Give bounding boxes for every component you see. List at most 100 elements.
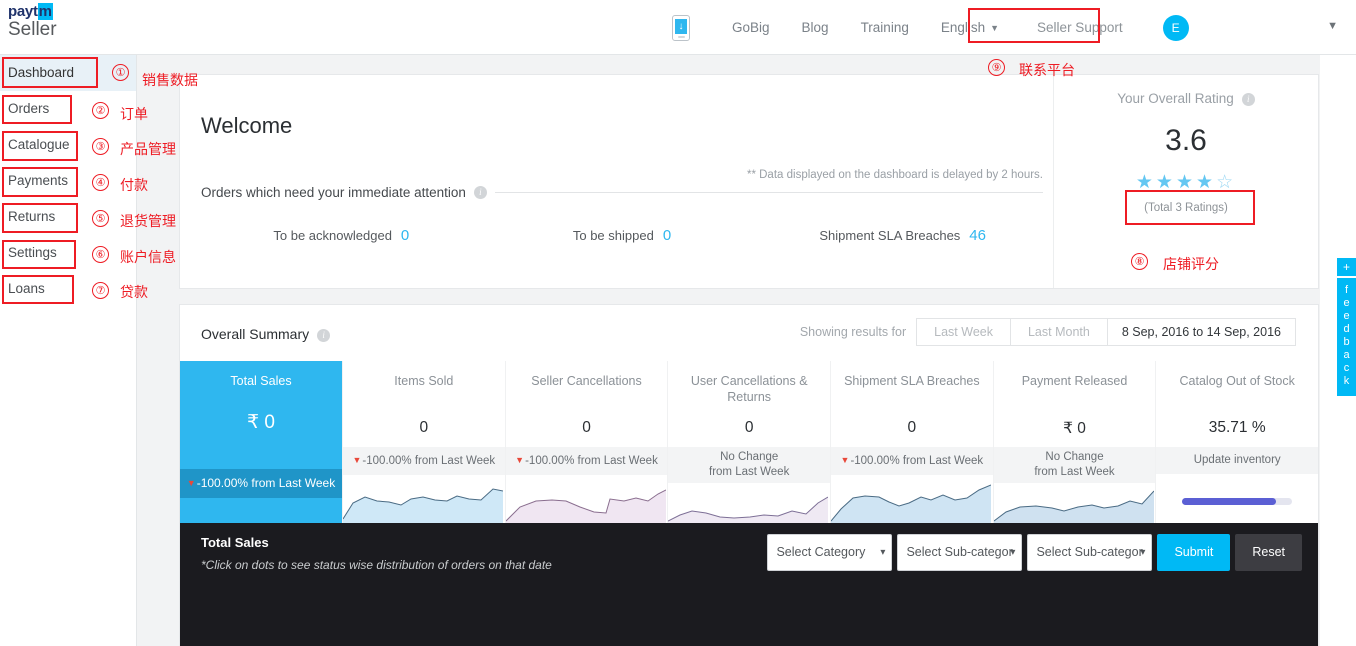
attention-header-row: Orders which need your immediate attenti… (201, 185, 1043, 200)
stat-to-be-shipped[interactable]: To be shipped 0 (482, 227, 763, 244)
mobile-app-icon[interactable]: ↓ (672, 14, 690, 41)
tile-label: Total Sales (230, 374, 292, 388)
feedback-letter-e2: e (1343, 310, 1350, 322)
nav-link-blog[interactable]: Blog (786, 0, 845, 55)
stat-shipment-sla-breaches[interactable]: Shipment SLA Breaches 46 (762, 227, 1043, 244)
sparkline-chart (343, 488, 503, 523)
avatar[interactable]: E (1162, 14, 1189, 41)
chevron-down-icon: ▼ (990, 22, 1000, 33)
filter-last-month[interactable]: Last Month (1009, 318, 1107, 346)
star-filled-3: ★ (1175, 172, 1197, 193)
select-subcategory-2[interactable]: Select Sub-categor ▾ (1027, 534, 1153, 571)
sidebar-item-settings[interactable]: Settings (0, 235, 136, 271)
reset-button[interactable]: Reset (1235, 534, 1302, 571)
trend-down-icon: ▼ (352, 455, 362, 465)
chart-section-title: Total Sales (201, 535, 269, 550)
date-range-picker[interactable]: 8 Sep, 2016 to 14 Sep, 2016 (1106, 318, 1296, 346)
star-empty-5: ☆ (1216, 172, 1237, 193)
tile-seller-cancellations[interactable]: Seller Cancellations 0 ▼-100.00% from La… (505, 361, 669, 523)
tile-delta-text: -100.00% from Last Week (196, 476, 336, 490)
star-filled-2: ★ (1155, 172, 1176, 193)
sidebar-item-loans[interactable]: Loans (0, 271, 136, 307)
tile-delta-line1: No Change (1045, 451, 1104, 463)
sidebar-item-dashboard[interactable]: Dashboard (0, 55, 136, 91)
nav-link-training[interactable]: Training (845, 0, 925, 55)
tile-value: 0 (744, 419, 754, 436)
filter-last-week[interactable]: Last Week (916, 318, 1010, 346)
summary-info-icon[interactable]: i (317, 329, 331, 342)
sidebar-item-catalogue[interactable]: Catalogue (0, 127, 136, 163)
paytm-seller-logo[interactable]: paytm Seller (8, 3, 118, 40)
tile-delta: ▼-100.00% from Last Week (180, 469, 342, 498)
star-filled-1: ★ (1135, 172, 1156, 193)
main-content: Welcome ** Data displayed on the dashboa… (137, 55, 1320, 646)
feedback-button[interactable]: f e e d b a c k (1337, 278, 1356, 396)
metric-tiles: Total Sales ₹ 0 ▼-100.00% from Last Week… (180, 361, 1319, 523)
divider (494, 192, 1043, 193)
showing-results-label: Showing results for (799, 325, 907, 339)
tile-label: User Cancellations & Returns (690, 374, 808, 404)
tile-total-sales[interactable]: Total Sales ₹ 0 ▼-100.00% from Last Week (180, 361, 343, 523)
rating-value: 3.6 (1165, 124, 1207, 157)
chart-filter-controls: Select Category ▾ Select Sub-categor ▾ Sel… (767, 534, 1302, 571)
sidebar-item-returns[interactable]: Returns (0, 199, 136, 235)
tile-user-cancellations-returns[interactable]: User Cancellations & Returns 0 No Change… (668, 361, 832, 523)
tile-delta-line2: from Last Week (709, 466, 790, 478)
tile-value: 35.71 % (1208, 419, 1266, 436)
select-category-value: Select Category (776, 545, 866, 559)
info-icon[interactable]: i (473, 186, 487, 199)
submit-button[interactable]: Submit (1157, 534, 1231, 571)
tile-delta-line1: No Change (720, 451, 779, 463)
tile-value: 0 (582, 419, 591, 436)
nav-link-gobig[interactable]: GoBig (716, 0, 786, 55)
sparkline-chart (505, 489, 666, 523)
tile-shipment-sla-breaches[interactable]: Shipment SLA Breaches 0 ▼-100.00% from L… (831, 361, 994, 523)
seller-support-wrap: Seller Support (1015, 19, 1145, 37)
trend-down-icon: ▼ (840, 455, 850, 465)
tile-items-sold[interactable]: Items Sold 0 ▼-100.00% from Last Week (343, 361, 506, 523)
logo-pay-text: payt (8, 3, 38, 20)
select-category[interactable]: Select Category ▾ (767, 534, 893, 571)
seller-support-button[interactable]: Seller Support (1021, 13, 1139, 42)
feedback-letter-d: d (1343, 323, 1350, 335)
feedback-letter-c: c (1343, 362, 1350, 374)
welcome-column: Welcome ** Data displayed on the dashboa… (180, 75, 1053, 288)
attention-label: Orders which need your immediate attenti… (201, 185, 466, 200)
feedback-tab: + f e e d b a c k (1337, 258, 1356, 396)
star-filled-4: ★ (1196, 172, 1217, 193)
sparkline-chart (831, 484, 992, 523)
select-subcategory-1[interactable]: Select Sub-categor ▾ (897, 534, 1023, 571)
tile-label: Payment Released (1021, 374, 1128, 388)
tile-label: Catalog Out of Stock (1179, 374, 1295, 388)
tile-catalog-out-of-stock[interactable]: Catalog Out of Stock 35.71 % Update inve… (1156, 361, 1319, 523)
nav-language-selector[interactable]: English ▼ (925, 0, 1015, 56)
tile-delta-text: -100.00% from Last Week (362, 455, 496, 467)
feedback-letter-a: a (1343, 349, 1350, 361)
feedback-letter-k: k (1343, 375, 1350, 387)
welcome-panel: Welcome ** Data displayed on the dashboa… (179, 74, 1319, 289)
chevron-down-icon: ▾ (1140, 547, 1146, 558)
logo-seller-text: Seller (8, 19, 57, 40)
summary-title: Overall Summary (201, 326, 310, 342)
tile-delta-line2: from Last Week (1034, 466, 1115, 478)
summary-title-wrap: Overall Summary i (201, 326, 331, 342)
account-chevron-down-icon[interactable]: ▼ (1327, 20, 1338, 32)
attention-stats: To be acknowledged 0 To be shipped 0 Shipm… (201, 227, 1043, 244)
tile-delta-text: -100.00% from Last Week (525, 455, 658, 467)
stat-label: To be acknowledged (273, 228, 392, 243)
sidebar-item-orders[interactable]: Orders (0, 91, 136, 127)
header-nav: ↓ GoBig Blog Training English ▼ Seller Su… (672, 0, 1189, 55)
feedback-letter-f: f (1344, 284, 1349, 296)
date-filter-group: Showing results for Last Week Last Month… (800, 318, 1296, 346)
data-delay-note: ** Data displayed on the dashboard is de… (746, 169, 1043, 181)
paytm-wordmark: paytm (8, 3, 118, 20)
feedback-expand-button[interactable]: + (1337, 258, 1356, 276)
update-inventory-link[interactable]: Update inventory (1156, 447, 1319, 474)
summary-header: Overall Summary i Showing results for Las… (180, 305, 1318, 361)
stat-to-be-acknowledged[interactable]: To be acknowledged 0 (201, 227, 482, 244)
logo-tm-text: m (37, 3, 53, 20)
total-sales-chart-section: Total Sales *Click on dots to see status… (180, 523, 1318, 646)
rating-info-icon[interactable]: i (1241, 93, 1255, 106)
sidebar-item-payments[interactable]: Payments (0, 163, 136, 199)
tile-payment-released[interactable]: Payment Released ₹ 0 No Change from Last … (993, 361, 1157, 523)
